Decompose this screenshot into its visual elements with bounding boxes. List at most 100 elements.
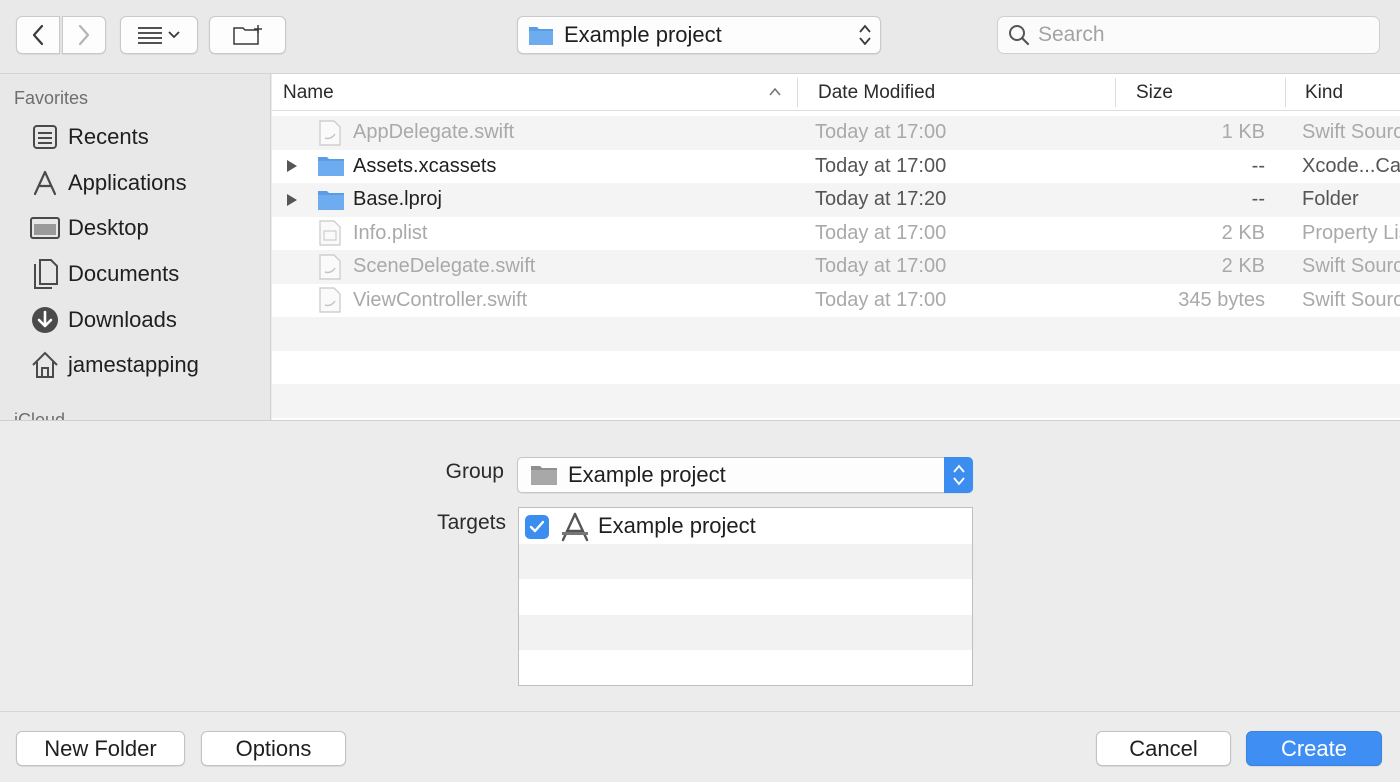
search-icon [1009, 25, 1030, 46]
file-kind: Xcode...Catalog [1302, 154, 1400, 177]
column-separator [1285, 78, 1286, 107]
file-row[interactable]: SceneDelegate.swift Today at 17:00 2 KB … [272, 250, 1400, 284]
recents-icon [28, 120, 62, 154]
file-list: Name Date Modified Size Kind AppDelegate… [272, 74, 1400, 420]
folder-icon [317, 150, 345, 183]
file-size: 2 KB [1221, 221, 1265, 244]
folder-icon [531, 466, 557, 485]
file-name: AppDelegate.swift [353, 121, 515, 143]
file-kind: Swift Source [1302, 255, 1400, 277]
sidebar-header-icloud: iCloud [14, 410, 66, 420]
new-folder-toolbar-button[interactable] [209, 16, 286, 54]
location-label: Example project [564, 22, 722, 47]
file-row[interactable]: ViewController.swift Today at 17:00 345 … [272, 284, 1400, 318]
search-input[interactable] [1038, 23, 1358, 47]
home-icon [28, 348, 62, 382]
new-folder-icon [232, 25, 262, 45]
disclosure-triangle-icon[interactable] [286, 150, 298, 183]
column-header-kind[interactable]: Kind [1305, 74, 1343, 111]
app-target-icon [561, 512, 589, 542]
file-row[interactable]: Base.lproj Today at 17:20 -- Folder [272, 183, 1400, 217]
folder-icon [317, 183, 345, 216]
file-kind: Swift Source [1302, 288, 1400, 311]
column-separator [1115, 78, 1116, 107]
create-button[interactable]: Create [1246, 731, 1382, 766]
chevron-left-icon [32, 24, 44, 46]
file-size: -- [1251, 188, 1265, 210]
disclosure-triangle-icon[interactable] [286, 183, 298, 216]
file-name: SceneDelegate.swift [353, 255, 536, 277]
empty-row [519, 579, 972, 615]
documents-icon [28, 257, 62, 291]
sidebar-item-recents[interactable]: Recents [28, 120, 268, 154]
file-kind: Folder [1302, 188, 1359, 210]
search-field[interactable] [997, 16, 1380, 54]
file-name: Assets.xcassets [353, 154, 497, 177]
column-separator [797, 78, 798, 107]
file-size: -- [1251, 154, 1265, 177]
sidebar-item-label: Downloads [68, 307, 177, 332]
desktop-icon [28, 211, 62, 245]
empty-row [272, 317, 1400, 351]
file-name: ViewController.swift [353, 288, 528, 311]
sidebar-item-label: jamestapping [68, 352, 199, 377]
forward-button[interactable] [62, 16, 106, 54]
file-kind: Swift Source [1302, 121, 1400, 143]
empty-row [519, 650, 972, 685]
file-date: Today at 17:00 [815, 121, 947, 143]
empty-row [272, 351, 1400, 385]
chevron-down-icon [168, 31, 180, 39]
column-header-size[interactable]: Size [1136, 74, 1173, 111]
swift-file-icon [319, 284, 341, 317]
file-name: Base.lproj [353, 188, 442, 210]
sidebar-item-applications[interactable]: Applications [28, 166, 268, 200]
location-popup[interactable]: Example project [517, 16, 881, 54]
view-options-button[interactable] [120, 16, 198, 54]
updown-arrows-icon [859, 24, 871, 46]
file-name: Info.plist [353, 221, 428, 244]
sidebar-item-label: Recents [68, 124, 149, 149]
empty-row [519, 614, 972, 650]
checkmark-icon [529, 520, 545, 533]
targets-list: Example project [518, 507, 973, 686]
file-row[interactable]: Assets.xcassets Today at 17:00 -- Xcode.… [272, 150, 1400, 184]
column-header-name[interactable]: Name [283, 74, 334, 111]
file-row[interactable]: AppDelegate.swift Today at 17:00 1 KB Sw… [272, 116, 1400, 150]
chevron-right-icon [78, 24, 90, 46]
cancel-button[interactable]: Cancel [1096, 731, 1231, 766]
column-header-date[interactable]: Date Modified [818, 74, 935, 111]
empty-row [519, 543, 972, 579]
file-date: Today at 17:00 [815, 221, 947, 244]
sort-ascending-icon [769, 87, 781, 96]
file-date: Today at 17:00 [815, 154, 947, 177]
group-value: Example project [568, 462, 726, 487]
file-row[interactable]: Info.plist Today at 17:00 2 KB Property … [272, 217, 1400, 251]
list-view-icon [138, 27, 162, 44]
file-kind: Property List [1302, 221, 1400, 244]
sidebar-item-home[interactable]: jamestapping [28, 348, 268, 382]
file-date: Today at 17:20 [815, 188, 947, 210]
swift-file-icon [319, 250, 341, 283]
sidebar-header-favorites: Favorites [14, 88, 89, 108]
sidebar-item-label: Documents [68, 261, 180, 286]
toolbar: Example project [0, 0, 1400, 74]
group-popup[interactable]: Example project [517, 457, 973, 493]
file-size: 2 KB [1221, 255, 1265, 277]
target-name: Example project [598, 513, 756, 538]
targets-label: Targets [437, 511, 506, 534]
applications-icon [28, 166, 62, 200]
file-date: Today at 17:00 [815, 255, 947, 277]
sidebar-item-label: Desktop [68, 215, 149, 240]
sidebar-item-documents[interactable]: Documents [28, 257, 268, 291]
back-button[interactable] [16, 16, 60, 54]
folder-icon [529, 27, 553, 45]
target-row[interactable]: Example project [519, 508, 972, 544]
target-checkbox[interactable] [525, 515, 549, 539]
sidebar-item-downloads[interactable]: Downloads [28, 303, 268, 337]
updown-arrows-icon [944, 457, 973, 493]
new-folder-button[interactable]: New Folder [16, 731, 185, 766]
sidebar-item-desktop[interactable]: Desktop [28, 211, 268, 245]
sidebar-item-label: Applications [68, 170, 187, 195]
options-button[interactable]: Options [201, 731, 346, 766]
swift-file-icon [319, 116, 341, 149]
